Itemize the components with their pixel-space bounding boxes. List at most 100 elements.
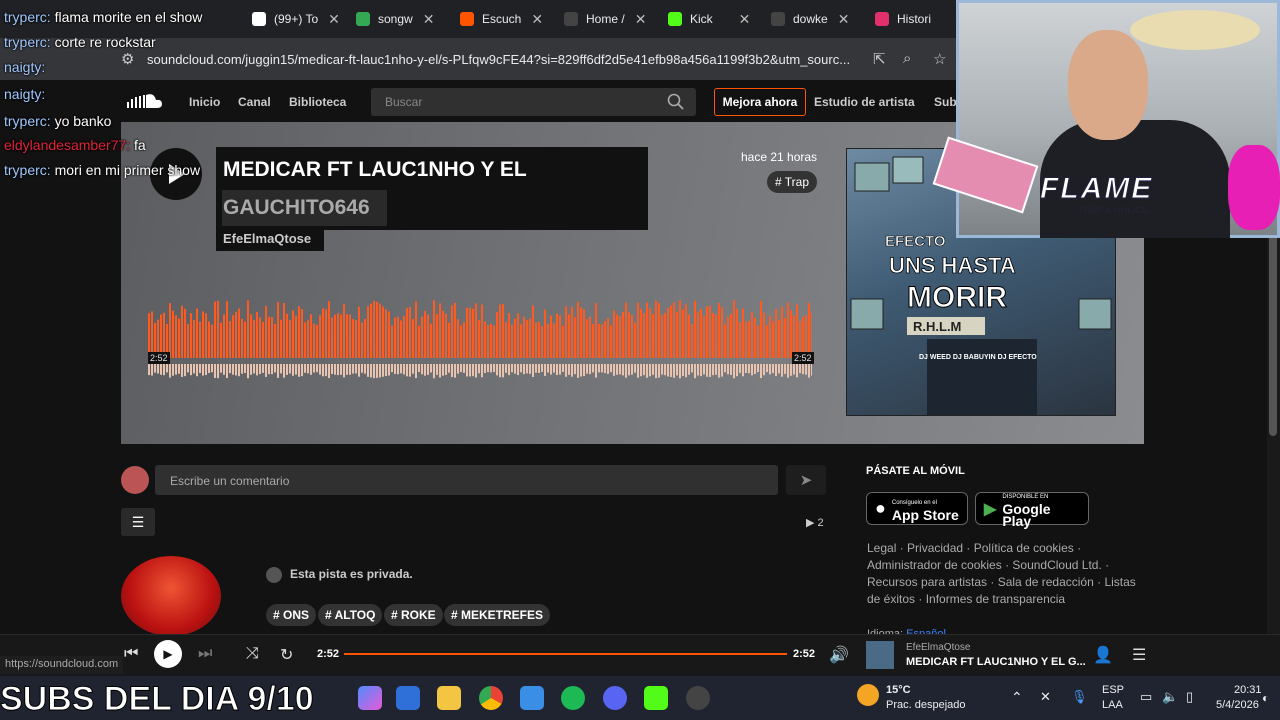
battery-icon[interactable]: ▯: [1186, 689, 1193, 705]
webcam-hat: [1130, 10, 1260, 50]
folder-icon[interactable]: [437, 686, 461, 710]
soundcloud-logo-icon[interactable]: [124, 90, 164, 112]
appstore-label: App Store: [891, 506, 959, 523]
outlook-icon[interactable]: [396, 686, 420, 710]
close-icon[interactable]: ✕: [838, 11, 850, 28]
private-text: Esta pista es privada.: [290, 567, 413, 582]
webcam-person-face: [1068, 30, 1148, 140]
chevron-up-icon[interactable]: ⌃: [1011, 689, 1023, 706]
nav-feed[interactable]: Canal: [238, 95, 271, 109]
hashtag-ons[interactable]: # ONS: [266, 604, 317, 626]
uploader-avatar[interactable]: [121, 556, 221, 636]
genre-tag[interactable]: # Trap: [767, 171, 818, 193]
tab-2[interactable]: songw ✕: [356, 6, 434, 32]
kick-app-icon[interactable]: [644, 686, 668, 710]
send-comment-button[interactable]: ➤: [786, 465, 826, 495]
keyboard-lang[interactable]: ESP: [1102, 684, 1124, 696]
google-play-icon: ▶: [984, 500, 997, 518]
nav-library[interactable]: Biblioteca: [289, 95, 346, 109]
close-icon[interactable]: ✕: [739, 11, 751, 28]
waveform[interactable]: [148, 300, 812, 390]
tab-3[interactable]: Escuch ✕: [460, 6, 543, 32]
now-playing-thumbnail[interactable]: [866, 641, 894, 669]
upload-link[interactable]: Sub: [934, 95, 957, 109]
more-options-button[interactable]: ☰: [121, 508, 155, 536]
google-play-button[interactable]: ▶ DISPONIBLE EN Google Play: [975, 492, 1089, 529]
weather-desc[interactable]: Prac. despejado: [886, 699, 966, 711]
clock-date[interactable]: 5/4/2026: [1216, 699, 1259, 711]
discord-icon[interactable]: [603, 686, 627, 710]
tab-label: Home /: [586, 12, 625, 26]
follow-icon[interactable]: 👤: [1093, 645, 1113, 665]
close-icon[interactable]: ✕: [531, 11, 543, 28]
cover-credits: DJ WEED DJ BABUYIN DJ EFECTO: [919, 354, 1037, 361]
chat-text: mori en mi primer show: [54, 162, 201, 178]
chat-username: eldylandesamber77:: [4, 137, 134, 153]
tab-4[interactable]: Home / ✕: [564, 6, 646, 32]
tab-5[interactable]: Kick ✕: [668, 6, 750, 32]
bookmark-star-icon[interactable]: ☆: [933, 50, 946, 68]
track-artist[interactable]: EfeElmaQtose: [223, 231, 311, 246]
previous-icon[interactable]: ⏮: [124, 645, 138, 663]
player-play-button[interactable]: ▶: [154, 640, 182, 668]
chat-text: flama morite en el show: [54, 9, 203, 25]
now-playing-title[interactable]: MEDICAR FT LAUC1NHO Y EL G...: [906, 656, 1086, 668]
obs-icon[interactable]: [686, 686, 710, 710]
play-count-value: 2: [817, 517, 824, 529]
tab-6[interactable]: dowke ✕: [771, 6, 849, 32]
tiktok-icon: [252, 12, 266, 26]
apple-icon: ●: [875, 498, 886, 518]
list-icon: ☰: [131, 513, 145, 530]
progress-fill: [344, 653, 787, 655]
site-settings-icon[interactable]: ⚙: [121, 50, 134, 68]
chat-message: naigty:: [4, 59, 45, 75]
notification-icon[interactable]: ◐: [1262, 691, 1269, 705]
soundcloud-icon: [460, 12, 474, 26]
monitor-icon[interactable]: ▭: [1140, 689, 1152, 705]
chat-username: tryperc:: [4, 162, 55, 178]
hashtag-altoq[interactable]: # ALTOQ: [318, 604, 383, 626]
close-icon[interactable]: ✕: [423, 11, 435, 28]
next-icon[interactable]: ⏭: [198, 645, 212, 663]
nav-home[interactable]: Inicio: [189, 95, 220, 109]
artist-studio-link[interactable]: Estudio de artista: [814, 95, 915, 109]
weather-temp[interactable]: 15°C: [886, 684, 911, 696]
repeat-icon[interactable]: ↻: [280, 645, 293, 665]
shuffle-icon[interactable]: ⤨: [246, 645, 259, 663]
googleplay-label: Google Play: [1002, 500, 1051, 529]
search-icon[interactable]: [667, 93, 685, 111]
speaker-icon[interactable]: 🔈: [1162, 689, 1178, 705]
volume-icon[interactable]: 🔊: [829, 645, 849, 665]
install-icon[interactable]: ⇱: [873, 50, 886, 68]
clock-time[interactable]: 20:31: [1234, 684, 1262, 696]
spotify-icon[interactable]: [561, 686, 585, 710]
queue-icon[interactable]: ☰: [1132, 645, 1146, 665]
pink-figure: [1228, 145, 1280, 230]
network-off-icon[interactable]: ✕: [1040, 689, 1051, 705]
hashtag-meketrefes[interactable]: # MEKETREFES: [444, 604, 551, 626]
tab-label: Kick: [690, 12, 713, 26]
close-icon[interactable]: ✕: [328, 11, 340, 28]
app-store-button[interactable]: ● Consíguelo en el App Store: [866, 492, 968, 525]
play-count: ▶ 2: [806, 517, 824, 529]
close-icon[interactable]: ✕: [635, 11, 647, 28]
user-avatar[interactable]: [121, 466, 149, 494]
url-field[interactable]: soundcloud.com/juggin15/medicar-ft-lauc1…: [147, 52, 850, 67]
weather-icon[interactable]: [857, 684, 879, 706]
legal-links[interactable]: Legal · Privacidad · Política de cookies…: [867, 540, 1147, 608]
tab-1[interactable]: (99+) To ✕: [252, 6, 340, 32]
chrome-icon[interactable]: [479, 686, 503, 710]
tab-label: dowke: [793, 12, 828, 26]
chat-text: corte re rockstar: [54, 34, 156, 50]
chat-message: tryperc: flama morite en el show: [4, 9, 202, 25]
hashtag-roke[interactable]: # ROKE: [384, 604, 443, 626]
zoom-icon[interactable]: ⌕: [903, 50, 911, 67]
duration-time: 2:52: [793, 648, 816, 660]
microphone-icon[interactable]: 🎙: [1071, 689, 1088, 705]
upgrade-button[interactable]: Mejora ahora: [714, 88, 806, 116]
copilot-icon[interactable]: [358, 686, 382, 710]
tab-7[interactable]: Histori: [875, 6, 931, 32]
keyboard-layout[interactable]: LAA: [1102, 699, 1123, 711]
now-playing-artist[interactable]: EfeElmaQtose: [906, 642, 970, 653]
store-icon[interactable]: [520, 686, 544, 710]
